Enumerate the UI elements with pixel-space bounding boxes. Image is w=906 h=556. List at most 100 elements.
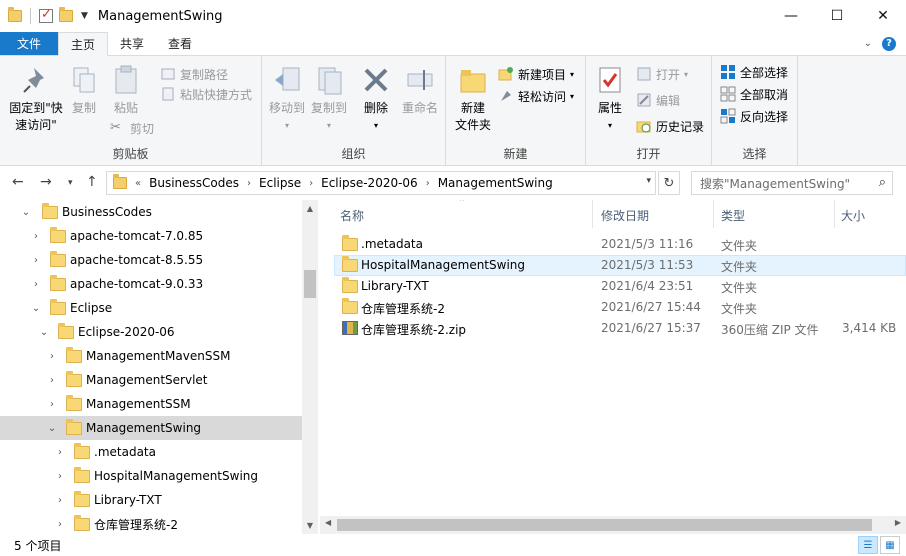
minimize-button[interactable]: — xyxy=(768,0,814,32)
collapsed-caret-icon[interactable]: › xyxy=(30,231,42,242)
file-row[interactable]: Library-TXT 2021/6/4 23:51 文件夹 xyxy=(334,276,906,297)
scroll-up-icon[interactable]: ▲ xyxy=(302,204,318,213)
column-name[interactable]: 名称 xyxy=(340,207,364,224)
tree-item[interactable]: › ManagementSSM xyxy=(0,392,302,416)
tree-item[interactable]: › Library-TXT xyxy=(0,488,302,512)
tree-item[interactable]: ⌄ Eclipse-2020-06 xyxy=(0,320,302,344)
new-item-button[interactable]: 新建项目 ▾ xyxy=(498,64,574,84)
column-modified[interactable]: 修改日期 xyxy=(601,207,649,224)
column-divider[interactable] xyxy=(834,200,835,228)
tree-item[interactable]: › .metadata xyxy=(0,440,302,464)
collapsed-caret-icon[interactable]: › xyxy=(46,351,58,362)
chevron-right-icon[interactable]: › xyxy=(426,178,430,189)
scrollbar-thumb[interactable] xyxy=(337,519,872,531)
column-divider[interactable] xyxy=(592,200,593,228)
edit-button[interactable]: 编辑 xyxy=(636,90,680,110)
refresh-button[interactable]: ↻ xyxy=(658,171,680,195)
history-button[interactable]: 历史记录 xyxy=(636,116,704,136)
collapsed-caret-icon[interactable]: › xyxy=(46,399,58,410)
help-icon[interactable]: ? xyxy=(882,36,896,51)
address-bar[interactable]: « BusinessCodes › Eclipse › Eclipse-2020… xyxy=(106,171,656,195)
pin-quick-access-button[interactable]: 固定到"快 速访问" xyxy=(6,64,66,134)
list-horizontal-scrollbar[interactable]: ◀ ▶ xyxy=(320,516,906,534)
tab-view[interactable]: 查看 xyxy=(156,32,204,55)
column-size[interactable]: 大小 xyxy=(841,207,865,224)
column-type[interactable]: 类型 xyxy=(721,207,745,224)
tree-item[interactable]: › 仓库管理系统-2 xyxy=(0,512,302,534)
breadcrumb-businesscodes[interactable]: BusinessCodes xyxy=(149,176,239,190)
rename-button[interactable]: 重命名 xyxy=(398,64,442,117)
open-button[interactable]: 打开 ▾ xyxy=(636,64,688,84)
forward-arrow-icon[interactable]: → xyxy=(40,174,52,190)
collapsed-caret-icon[interactable]: › xyxy=(46,375,58,386)
scroll-down-icon[interactable]: ▼ xyxy=(302,521,318,530)
search-input[interactable]: 搜索"ManagementSwing" ⌕ xyxy=(691,171,893,195)
scrollbar-thumb[interactable] xyxy=(304,270,316,298)
file-row[interactable]: 仓库管理系统-2 2021/6/27 15:44 文件夹 xyxy=(334,297,906,318)
scroll-left-icon[interactable]: ◀ xyxy=(325,518,331,527)
tab-home[interactable]: 主页 xyxy=(58,32,109,56)
tree-scrollbar[interactable]: ▲ ▼ xyxy=(302,200,318,534)
expanded-caret-icon[interactable]: ⌄ xyxy=(38,327,50,338)
tree-item[interactable]: ⌄ Eclipse xyxy=(0,296,302,320)
tab-share[interactable]: 共享 xyxy=(108,32,156,55)
pin-label-1: 固定到"快 xyxy=(9,101,63,115)
tree-item[interactable]: › apache-tomcat-7.0.85 xyxy=(0,224,302,248)
tree-item[interactable]: › ManagementServlet xyxy=(0,368,302,392)
maximize-button[interactable]: ☐ xyxy=(814,0,860,32)
file-row[interactable]: 仓库管理系统-2.zip 2021/6/27 15:37 360压缩 ZIP 文… xyxy=(334,318,906,339)
paste-shortcut-button[interactable]: 粘贴快捷方式 xyxy=(160,84,252,104)
breadcrumb-managementswing[interactable]: ManagementSwing xyxy=(438,176,553,190)
collapsed-caret-icon[interactable]: › xyxy=(54,471,66,482)
recent-locations-chevron-icon[interactable]: ▾ xyxy=(68,178,73,188)
tab-file[interactable]: 文件 xyxy=(0,32,58,55)
expanded-caret-icon[interactable]: ⌄ xyxy=(46,423,58,434)
copy-path-button[interactable]: 复制路径 xyxy=(160,64,228,84)
paste-button[interactable]: 粘贴 xyxy=(108,64,144,117)
new-folder-icon[interactable] xyxy=(59,7,73,22)
select-all-button[interactable]: 全部选择 xyxy=(720,62,788,82)
column-divider[interactable] xyxy=(713,200,714,228)
new-folder-button[interactable]: 新建 文件夹 xyxy=(452,64,494,134)
collapsed-caret-icon[interactable]: › xyxy=(30,279,42,290)
chevron-down-icon[interactable]: ⌄ xyxy=(864,38,872,49)
back-arrow-icon[interactable]: ← xyxy=(12,174,24,190)
expanded-caret-icon[interactable]: ⌄ xyxy=(30,303,42,314)
collapsed-caret-icon[interactable]: › xyxy=(54,519,66,530)
scroll-right-icon[interactable]: ▶ xyxy=(895,518,901,527)
address-overflow[interactable]: « xyxy=(135,178,141,189)
large-icons-view-button[interactable]: ▦ xyxy=(880,536,900,554)
delete-button[interactable]: 删除 ▾ xyxy=(358,64,394,134)
file-row-hovered[interactable]: HospitalManagementSwing 2021/5/3 11:53 文… xyxy=(334,255,906,276)
tree-item[interactable]: › HospitalManagementSwing xyxy=(0,464,302,488)
file-row[interactable]: .metadata 2021/5/3 11:16 文件夹 xyxy=(334,234,906,255)
invert-selection-button[interactable]: 反向选择 xyxy=(720,106,788,126)
address-dropdown-icon[interactable]: ▾ xyxy=(646,176,651,186)
collapsed-caret-icon[interactable]: › xyxy=(54,447,66,458)
chevron-right-icon[interactable]: › xyxy=(247,178,251,189)
expanded-caret-icon[interactable]: ⌄ xyxy=(20,207,32,218)
search-icon[interactable]: ⌕ xyxy=(879,175,886,190)
move-to-button[interactable]: 移动到 ▾ xyxy=(266,64,308,134)
chevron-right-icon[interactable]: › xyxy=(309,178,313,189)
properties-button[interactable]: 属性 ▾ xyxy=(594,64,626,134)
copy-to-button[interactable]: 复制到 ▾ xyxy=(308,64,350,134)
up-arrow-icon[interactable]: ↑ xyxy=(86,174,98,190)
cut-button[interactable]: ✂ 剪切 xyxy=(110,118,154,138)
collapsed-caret-icon[interactable]: › xyxy=(54,495,66,506)
properties-check-icon[interactable] xyxy=(39,7,53,23)
tree-item[interactable]: › ManagementMavenSSM xyxy=(0,344,302,368)
breadcrumb-eclipse[interactable]: Eclipse xyxy=(259,176,301,190)
tree-item[interactable]: ⌄ BusinessCodes xyxy=(0,200,302,224)
tree-item[interactable]: › apache-tomcat-8.5.55 xyxy=(0,248,302,272)
easy-access-button[interactable]: 轻松访问 ▾ xyxy=(498,86,574,106)
collapsed-caret-icon[interactable]: › xyxy=(30,255,42,266)
tree-item-selected[interactable]: ⌄ ManagementSwing xyxy=(0,416,302,440)
customize-toolbar-icon[interactable]: ▼ xyxy=(81,11,88,21)
breadcrumb-eclipse-2020-06[interactable]: Eclipse-2020-06 xyxy=(321,176,418,190)
copy-button[interactable]: 复制 xyxy=(66,64,102,117)
tree-item[interactable]: › apache-tomcat-9.0.33 xyxy=(0,272,302,296)
details-view-button[interactable]: ☰ xyxy=(858,536,878,554)
close-button[interactable]: ✕ xyxy=(860,0,906,32)
select-none-button[interactable]: 全部取消 xyxy=(720,84,788,104)
